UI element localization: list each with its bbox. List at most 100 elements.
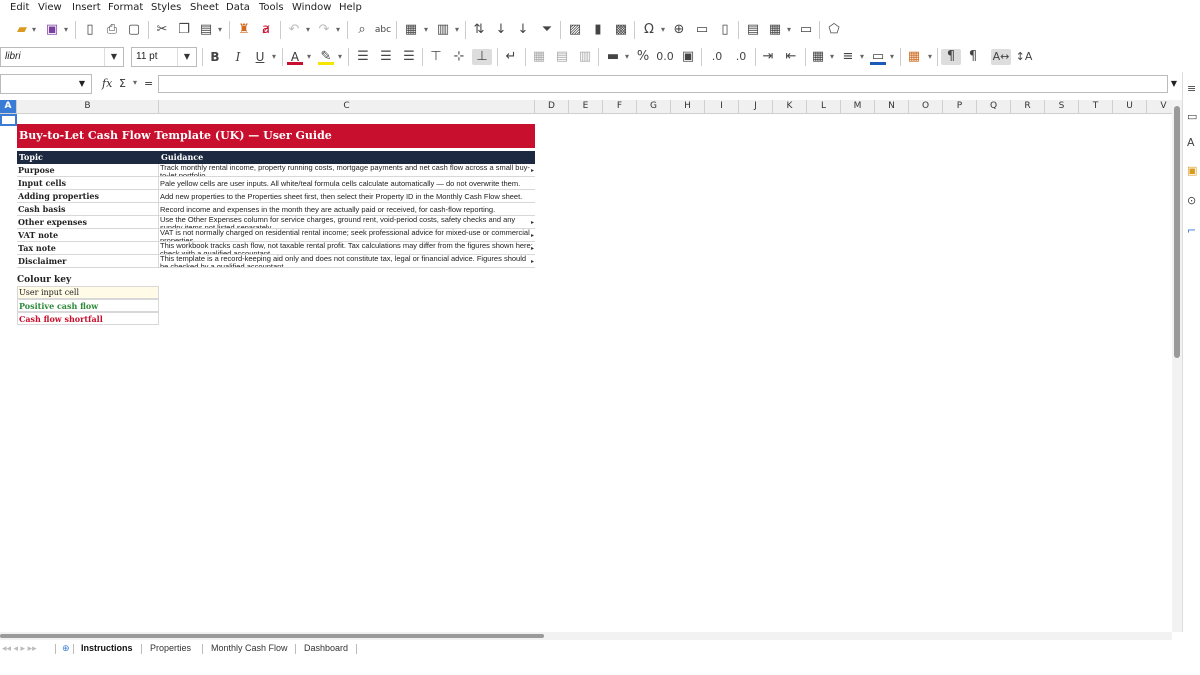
underline-button[interactable]: U xyxy=(252,49,268,65)
conditional-format-icon[interactable]: ▦ xyxy=(906,49,922,65)
comment-icon[interactable]: ▭ xyxy=(693,22,711,38)
align-bottom-icon[interactable]: ⊥ xyxy=(472,49,492,65)
cut-icon[interactable]: ✂ xyxy=(154,22,170,38)
topic-cell[interactable]: Tax note xyxy=(17,242,159,255)
formula-input[interactable] xyxy=(158,75,1168,93)
show-draw-functions-icon[interactable]: ⬠ xyxy=(825,22,843,38)
column-header[interactable]: C xyxy=(159,100,535,114)
delete-decimal-button[interactable]: .0 xyxy=(730,49,752,65)
wrap-text-icon[interactable]: ↵ xyxy=(503,49,519,65)
colour-key-item[interactable]: Positive cash flow xyxy=(17,299,159,312)
special-character-icon[interactable]: Ω xyxy=(640,22,658,38)
gallery-icon[interactable]: ▣ xyxy=(1187,164,1197,177)
menu-insert[interactable]: Insert xyxy=(72,2,101,13)
topic-cell[interactable]: Input cells xyxy=(17,177,159,190)
chevron-down-icon[interactable]: ▾ xyxy=(422,22,430,38)
row-icon[interactable]: ▦ xyxy=(402,22,420,38)
undo-icon[interactable]: ↶ xyxy=(286,22,302,38)
vertical-text-icon[interactable]: ↕A xyxy=(1015,49,1033,65)
navigator-icon[interactable]: ⊙ xyxy=(1187,194,1196,207)
column-header[interactable]: R xyxy=(1011,100,1045,114)
column-header[interactable]: F xyxy=(603,100,637,114)
styles-icon[interactable]: A xyxy=(1187,136,1195,149)
font-name-box[interactable]: libri ▼ xyxy=(0,47,124,67)
topic-cell[interactable]: VAT note xyxy=(17,229,159,242)
menu-styles[interactable]: Styles xyxy=(151,2,181,13)
border-color-icon[interactable]: ▭ xyxy=(870,49,886,65)
merge-center-icon[interactable]: ▦ xyxy=(531,49,547,65)
folder-open-icon[interactable]: ▰ xyxy=(14,22,30,38)
column-icon[interactable]: ▥ xyxy=(434,22,452,38)
print-icon[interactable]: ⎙ xyxy=(104,22,120,38)
center-vertically-icon[interactable]: ⊹ xyxy=(451,49,467,65)
chevron-down-icon[interactable]: ▾ xyxy=(30,22,38,38)
freeze-rows-columns-icon[interactable]: ▦ xyxy=(766,22,784,38)
column-header[interactable]: K xyxy=(773,100,807,114)
topic-cell[interactable]: Adding properties xyxy=(17,190,159,203)
topic-cell[interactable]: Cash basis xyxy=(17,203,159,216)
chevron-down-icon[interactable]: ▾ xyxy=(785,22,793,38)
tab-instructions[interactable]: Instructions xyxy=(81,643,133,653)
formula-equals-icon[interactable]: = xyxy=(144,77,153,90)
save-icon[interactable]: ▣ xyxy=(44,22,60,38)
bold-button[interactable]: B xyxy=(207,49,223,65)
header-topic[interactable]: Topic xyxy=(17,151,159,164)
autofilter-icon[interactable]: ⏷ xyxy=(538,22,556,38)
percent-button[interactable]: % xyxy=(635,49,651,65)
column-header[interactable]: N xyxy=(875,100,909,114)
column-header[interactable]: A xyxy=(0,100,17,114)
colour-key-heading[interactable]: Colour key xyxy=(17,274,159,286)
chevron-down-icon[interactable]: ▾ xyxy=(828,49,836,65)
hyperlink-icon[interactable]: ⊕ xyxy=(670,22,688,38)
column-header[interactable]: B xyxy=(17,100,159,114)
chevron-down-icon[interactable]: ▾ xyxy=(926,49,934,65)
sort-icon[interactable]: ⇅ xyxy=(470,22,488,38)
chevron-down-icon[interactable]: ▾ xyxy=(888,49,896,65)
header-guidance[interactable]: Guidance xyxy=(159,151,535,164)
column-header[interactable]: G xyxy=(637,100,671,114)
colour-key-item[interactable]: Cash flow shortfall xyxy=(17,312,159,325)
tab-dashboard[interactable]: Dashboard xyxy=(304,643,348,653)
column-header[interactable]: M xyxy=(841,100,875,114)
split-window-icon[interactable]: ▭ xyxy=(797,22,815,38)
chevron-down-icon[interactable]: ▾ xyxy=(336,49,344,65)
chevron-down-icon[interactable]: ▼ xyxy=(73,75,91,93)
print-preview-icon[interactable]: ▢ xyxy=(126,22,142,38)
sort-ascending-icon[interactable]: ↓ xyxy=(492,22,510,38)
menu-data[interactable]: Data xyxy=(226,2,250,13)
guidance-cell[interactable]: This workbook tracks cash flow, not taxa… xyxy=(159,242,535,255)
menu-window[interactable]: Window xyxy=(292,2,331,13)
merge-cells-icon[interactable]: ▤ xyxy=(554,49,570,65)
clear-format-icon[interactable]: ⱥ xyxy=(258,22,274,38)
functions-icon[interactable]: ⌐ xyxy=(1187,224,1196,237)
column-header[interactable]: S xyxy=(1045,100,1079,114)
find-replace-icon[interactable]: ⌕ xyxy=(354,22,370,38)
name-box[interactable]: ▼ xyxy=(0,74,92,94)
spelling-icon[interactable]: abc xyxy=(374,22,392,38)
chevron-down-icon[interactable]: ▾ xyxy=(304,22,312,38)
column-header[interactable]: J xyxy=(739,100,773,114)
decrease-indent-icon[interactable]: ⇤ xyxy=(783,49,799,65)
align-right-icon[interactable]: ☰ xyxy=(401,49,417,65)
guidance-cell[interactable]: This template is a record-keeping aid on… xyxy=(159,255,535,268)
font-color-button[interactable]: A xyxy=(287,49,303,65)
column-header[interactable]: I xyxy=(705,100,739,114)
menu-help[interactable]: Help xyxy=(339,2,362,13)
chevron-down-icon[interactable]: ▼ xyxy=(104,48,123,66)
guidance-cell[interactable]: Use the Other Expenses column for servic… xyxy=(159,216,535,229)
menu-tools[interactable]: Tools xyxy=(259,2,284,13)
text-direction-ltr-icon[interactable]: ¶ xyxy=(941,49,961,65)
header-footer-icon[interactable]: ▯ xyxy=(716,22,734,38)
column-header[interactable]: O xyxy=(909,100,943,114)
align-left-icon[interactable]: ☰ xyxy=(355,49,371,65)
menu-edit[interactable]: Edit xyxy=(10,2,29,13)
column-header[interactable]: L xyxy=(807,100,841,114)
column-header[interactable]: T xyxy=(1079,100,1113,114)
highlight-color-icon[interactable]: ✎ xyxy=(318,49,334,65)
function-wizard-icon[interactable]: fx xyxy=(102,77,112,90)
number-format-icon[interactable]: 0.0 xyxy=(656,49,674,65)
date-format-icon[interactable]: ▣ xyxy=(679,49,697,65)
paste-icon[interactable]: ▤ xyxy=(198,22,214,38)
guidance-cell[interactable]: VAT is not normally charged on residenti… xyxy=(159,229,535,242)
currency-icon[interactable]: ▬ xyxy=(604,49,622,65)
